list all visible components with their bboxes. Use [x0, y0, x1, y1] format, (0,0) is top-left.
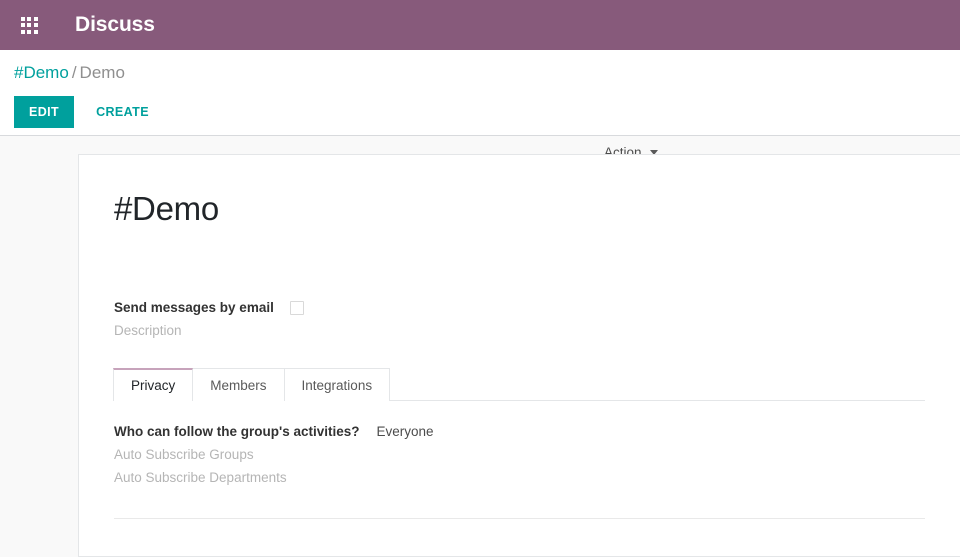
- edit-button[interactable]: EDIT: [14, 96, 74, 128]
- tab-privacy[interactable]: Privacy: [113, 368, 193, 401]
- breadcrumb-item-root[interactable]: #Demo: [14, 63, 69, 82]
- tab-pane-privacy: Who can follow the group's activities? E…: [114, 401, 925, 519]
- tab-members[interactable]: Members: [192, 368, 284, 401]
- control-panel-buttons: EDIT CREATE: [0, 95, 960, 128]
- field-send-messages-by-email: Send messages by email: [114, 300, 925, 315]
- field-who-can-follow: Who can follow the group's activities? E…: [114, 424, 925, 439]
- notebook: Privacy Members Integrations Who can fol…: [114, 367, 925, 519]
- send-messages-checkbox[interactable]: [290, 301, 304, 315]
- who-can-follow-value[interactable]: Everyone: [376, 424, 433, 439]
- apps-grid-icon: [21, 17, 38, 34]
- control-panel: #Demo/Demo EDIT CREATE Action: [0, 50, 960, 136]
- tab-integrations[interactable]: Integrations: [284, 368, 391, 401]
- who-can-follow-label: Who can follow the group's activities?: [114, 424, 359, 439]
- notebook-tabs: Privacy Members Integrations: [113, 367, 925, 401]
- record-title: #Demo: [114, 189, 925, 229]
- description-placeholder: Description: [114, 323, 925, 338]
- breadcrumb-item-current: Demo: [80, 63, 125, 82]
- breadcrumb: #Demo/Demo: [0, 50, 960, 84]
- form-sheet: #Demo Send messages by email Description…: [78, 154, 960, 557]
- form-view-background: #Demo Send messages by email Description…: [0, 136, 960, 557]
- top-navbar: Discuss: [0, 0, 960, 50]
- create-button[interactable]: CREATE: [84, 96, 161, 128]
- apps-menu-toggle[interactable]: [12, 8, 46, 42]
- app-title: Discuss: [75, 13, 155, 37]
- auto-subscribe-departments-label: Auto Subscribe Departments: [114, 470, 925, 485]
- breadcrumb-separator: /: [72, 63, 77, 82]
- send-messages-label: Send messages by email: [114, 300, 274, 315]
- section-divider: [114, 518, 925, 519]
- auto-subscribe-groups-label: Auto Subscribe Groups: [114, 447, 925, 462]
